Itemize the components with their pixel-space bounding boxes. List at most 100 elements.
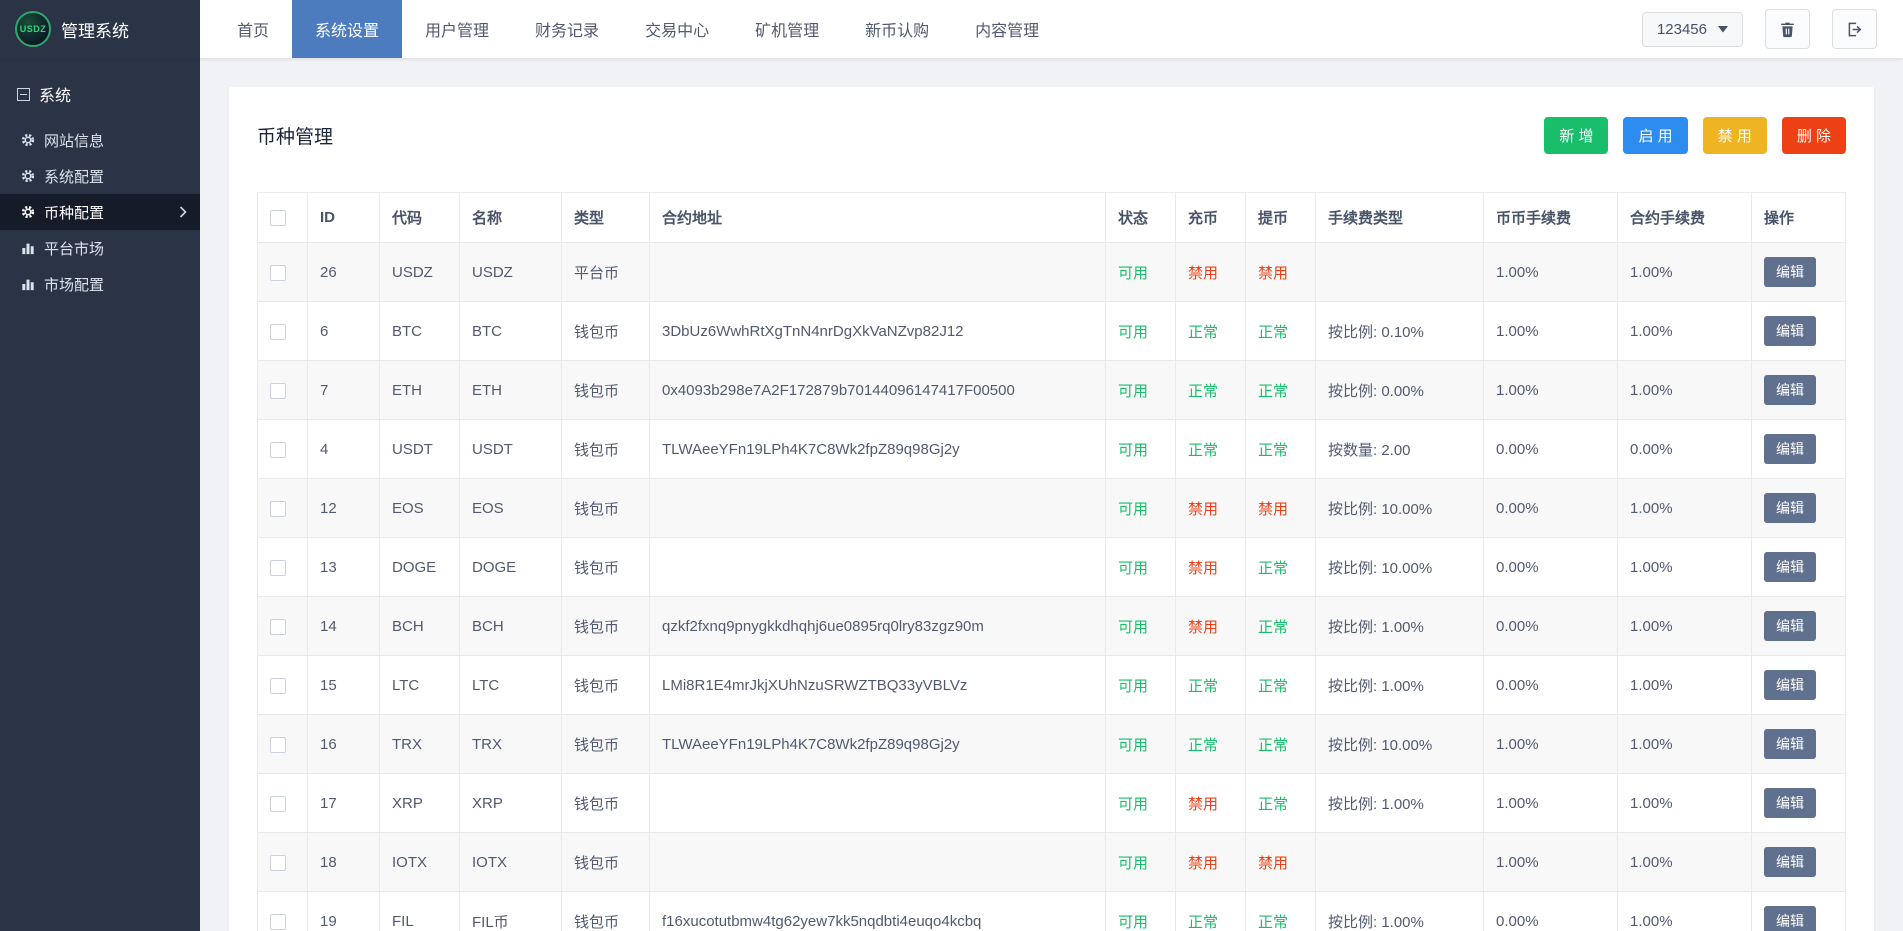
row-checkbox[interactable] — [270, 442, 286, 458]
cell-type: 钱包币 — [562, 302, 650, 361]
row-checkbox[interactable] — [270, 619, 286, 635]
edit-button[interactable]: 编辑 — [1764, 434, 1816, 464]
edit-button[interactable]: 编辑 — [1764, 611, 1816, 641]
cell-id: 7 — [308, 361, 380, 420]
cell-status: 可用 — [1106, 243, 1176, 302]
cell-contract — [650, 538, 1106, 597]
cell-id: 15 — [308, 656, 380, 715]
col-header-ID: ID — [308, 193, 380, 243]
cell-contract: LMi8R1E4mrJkjXUhNzuSRWZTBQ33yVBLVz — [650, 656, 1106, 715]
row-checkbox[interactable] — [270, 383, 286, 399]
row-checkbox[interactable] — [270, 914, 286, 930]
edit-button[interactable]: 编辑 — [1764, 316, 1816, 346]
edit-button[interactable]: 编辑 — [1764, 257, 1816, 287]
sidebar-item-币种配置[interactable]: 币种配置 — [0, 194, 200, 230]
row-select-cell — [258, 479, 308, 538]
collapse-icon[interactable] — [17, 88, 30, 101]
col-header-名称: 名称 — [460, 193, 562, 243]
cell-code: LTC — [380, 656, 460, 715]
cell-deposit: 禁用 — [1176, 597, 1246, 656]
nav-item-首页[interactable]: 首页 — [214, 0, 292, 58]
edit-button[interactable]: 编辑 — [1764, 493, 1816, 523]
cell-status: 可用 — [1106, 656, 1176, 715]
row-checkbox[interactable] — [270, 678, 286, 694]
row-checkbox[interactable] — [270, 855, 286, 871]
col-header-手续费类型: 手续费类型 — [1316, 193, 1484, 243]
cell-contract_fee: 1.00% — [1618, 302, 1752, 361]
status-badge: 可用 — [1118, 678, 1148, 695]
disable-button[interactable]: 禁 用 — [1703, 117, 1767, 154]
nav-item-财务记录[interactable]: 财务记录 — [512, 0, 622, 58]
cell-coin_fee: 1.00% — [1484, 361, 1618, 420]
cell-status: 可用 — [1106, 361, 1176, 420]
brand: USDZ 管理系统 — [0, 0, 200, 58]
edit-button[interactable]: 编辑 — [1764, 552, 1816, 582]
cell-code: XRP — [380, 774, 460, 833]
nav-item-新币认购[interactable]: 新币认购 — [842, 0, 952, 58]
status-badge: 正常 — [1258, 914, 1288, 931]
nav-item-系统设置[interactable]: 系统设置 — [292, 0, 402, 58]
cell-contract: f16xucotutbmw4tg62yew7kk5nqdbti4euqo4kcb… — [650, 892, 1106, 931]
edit-button[interactable]: 编辑 — [1764, 670, 1816, 700]
nav-item-用户管理[interactable]: 用户管理 — [402, 0, 512, 58]
cell-contract: qzkf2fxnq9pnygkkdhqhj6ue0895rq0lry83zgz9… — [650, 597, 1106, 656]
cell-coin_fee: 0.00% — [1484, 597, 1618, 656]
topbar-right: 123456 — [1642, 0, 1903, 58]
row-checkbox[interactable] — [270, 324, 286, 340]
cell-deposit: 正常 — [1176, 420, 1246, 479]
cell-code: FIL — [380, 892, 460, 931]
status-badge: 可用 — [1118, 619, 1148, 636]
row-checkbox[interactable] — [270, 796, 286, 812]
edit-button[interactable]: 编辑 — [1764, 788, 1816, 818]
logout-button[interactable] — [1832, 9, 1877, 49]
delete-button[interactable]: 删 除 — [1782, 117, 1846, 154]
status-badge: 正常 — [1188, 442, 1218, 459]
sidebar-item-网站信息[interactable]: 网站信息 — [0, 122, 200, 158]
status-badge: 禁用 — [1258, 265, 1288, 282]
row-checkbox[interactable] — [270, 265, 286, 281]
sidebar-item-市场配置[interactable]: 市场配置 — [0, 266, 200, 302]
edit-button[interactable]: 编辑 — [1764, 729, 1816, 759]
cell-actions: 编辑 — [1752, 361, 1846, 420]
edit-button[interactable]: 编辑 — [1764, 906, 1816, 931]
cell-fee_type — [1316, 833, 1484, 892]
enable-button[interactable]: 启 用 — [1623, 117, 1687, 154]
status-badge: 可用 — [1118, 383, 1148, 400]
cell-fee_type — [1316, 243, 1484, 302]
user-dropdown[interactable]: 123456 — [1642, 12, 1743, 47]
cell-code: BCH — [380, 597, 460, 656]
nav-item-交易中心[interactable]: 交易中心 — [622, 0, 732, 58]
cell-id: 16 — [308, 715, 380, 774]
cell-fee_type: 按比例: 1.00% — [1316, 656, 1484, 715]
cell-withdraw: 正常 — [1246, 597, 1316, 656]
cell-fee_type: 按比例: 10.00% — [1316, 479, 1484, 538]
add-button[interactable]: 新 增 — [1544, 117, 1608, 154]
cell-deposit: 禁用 — [1176, 833, 1246, 892]
sidebar-item-系统配置[interactable]: 系统配置 — [0, 158, 200, 194]
cell-withdraw: 正常 — [1246, 715, 1316, 774]
cell-actions: 编辑 — [1752, 774, 1846, 833]
select-all-checkbox[interactable] — [270, 210, 286, 226]
nav-item-内容管理[interactable]: 内容管理 — [952, 0, 1062, 58]
trash-button[interactable] — [1765, 9, 1810, 49]
row-checkbox[interactable] — [270, 501, 286, 517]
cell-name: DOGE — [460, 538, 562, 597]
gear-icon — [21, 205, 35, 219]
edit-button[interactable]: 编辑 — [1764, 375, 1816, 405]
gear-icon — [21, 169, 35, 183]
cell-actions: 编辑 — [1752, 302, 1846, 361]
row-checkbox[interactable] — [270, 737, 286, 753]
cell-contract_fee: 0.00% — [1618, 420, 1752, 479]
cell-fee_type: 按比例: 10.00% — [1316, 715, 1484, 774]
table-row: 12EOSEOS钱包币可用禁用禁用按比例: 10.00%0.00%1.00%编辑 — [258, 479, 1846, 538]
nav-item-矿机管理[interactable]: 矿机管理 — [732, 0, 842, 58]
row-checkbox[interactable] — [270, 560, 286, 576]
cell-deposit: 禁用 — [1176, 243, 1246, 302]
edit-button[interactable]: 编辑 — [1764, 847, 1816, 877]
sidebar-item-平台市场[interactable]: 平台市场 — [0, 230, 200, 266]
col-header-操作: 操作 — [1752, 193, 1846, 243]
sidebar-item-label: 市场配置 — [44, 274, 104, 295]
table-row: 7ETHETH钱包币0x4093b298e7A2F172879b70144096… — [258, 361, 1846, 420]
cell-actions: 编辑 — [1752, 892, 1846, 931]
status-badge: 正常 — [1188, 324, 1218, 341]
